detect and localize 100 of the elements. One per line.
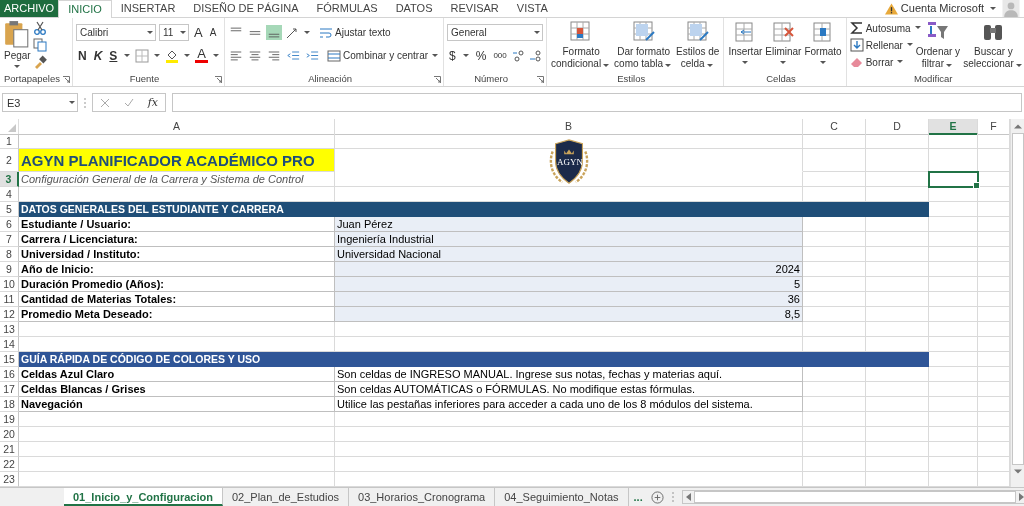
launcher-icon[interactable] [215, 75, 223, 83]
launcher-icon[interactable] [537, 75, 545, 83]
row-header[interactable]: 7 [0, 232, 19, 247]
font-style-button[interactable]: K [91, 48, 105, 63]
ribbon-tab[interactable]: INICIO [58, 0, 112, 18]
copy-icon[interactable] [32, 38, 47, 52]
sheet-tab[interactable]: 01_Inicio_y_Configuracion [64, 488, 223, 506]
caret-icon[interactable] [124, 53, 131, 58]
row-header[interactable]: 21 [0, 442, 19, 457]
check-icon[interactable] [123, 98, 134, 108]
column-header[interactable]: B [335, 119, 803, 135]
row-header[interactable]: 8 [0, 247, 19, 262]
ribbon-tab[interactable]: FÓRMULAS [307, 0, 387, 17]
row-header[interactable]: 20 [0, 427, 19, 442]
vertical-align-icon[interactable] [266, 25, 283, 40]
ribbon-tab[interactable]: VISTA [507, 0, 557, 17]
increase-decimal-icon[interactable] [511, 48, 526, 63]
style-button[interactable]: Dar formato como tabla [613, 20, 675, 72]
font-color-button[interactable]: A [195, 48, 209, 63]
row-header[interactable]: 18 [0, 397, 19, 412]
currency-button[interactable]: $ [447, 48, 458, 63]
file-tab[interactable]: ARCHIVO [0, 0, 59, 17]
orientation-icon[interactable] [285, 25, 300, 40]
formula-field[interactable] [172, 93, 1022, 113]
row-header[interactable]: 11 [0, 292, 19, 307]
fill-handle[interactable] [973, 182, 980, 189]
decrease-decimal-icon[interactable] [528, 48, 543, 63]
scroll-up-icon[interactable] [1013, 123, 1022, 129]
column-header[interactable]: A [19, 119, 335, 135]
more-sheets-button[interactable]: ... [631, 491, 645, 503]
font-style-button[interactable]: N [76, 48, 89, 63]
row-header[interactable]: 13 [0, 322, 19, 337]
vertical-scrollbar[interactable] [1010, 119, 1024, 487]
account-name[interactable]: Cuenta Microsoft [900, 0, 984, 17]
merge-center-button[interactable]: Combinar y centrar [327, 48, 441, 63]
wrap-text-button[interactable]: Ajustar texto [319, 25, 391, 40]
launcher-icon[interactable] [63, 75, 70, 83]
input-cell[interactable]: Juan Pérez [335, 217, 803, 232]
cells-button[interactable]: Formato [803, 20, 843, 72]
caret-icon[interactable] [304, 30, 311, 35]
sheet-tab[interactable]: 03_Horarios_Cronograma [349, 488, 496, 506]
number-format-field[interactable]: General [447, 24, 544, 41]
edit-command[interactable]: Borrar [849, 55, 914, 69]
row-header[interactable]: 1 [0, 134, 19, 149]
launcher-icon[interactable] [434, 75, 442, 83]
avatar-icon[interactable] [1002, 0, 1020, 17]
style-button[interactable]: Estilos de celda [675, 20, 721, 72]
font-style-button[interactable]: S [107, 48, 120, 63]
input-cell[interactable]: 36 [335, 292, 803, 307]
edit-button[interactable]: Ordenar y filtrar [914, 20, 962, 72]
input-cell[interactable]: 5 [335, 277, 803, 292]
ribbon-tab[interactable]: DATOS [386, 0, 442, 17]
ribbon-tab[interactable]: INSERTAR [111, 0, 185, 17]
scroll-right-icon[interactable] [1018, 493, 1024, 501]
caret-icon[interactable] [154, 53, 161, 58]
shrink-font-button[interactable]: A [207, 27, 219, 38]
caret-icon[interactable] [990, 6, 996, 11]
sheet-tab[interactable]: 02_Plan_de_Estudios [223, 488, 349, 506]
row-header[interactable]: 6 [0, 217, 19, 232]
input-cell[interactable]: Ingeniería Industrial [335, 232, 803, 247]
horizontal-scrollbar[interactable] [681, 490, 1024, 504]
add-sheet-icon[interactable] [650, 490, 664, 504]
cancel-icon[interactable] [99, 98, 110, 108]
cells-button[interactable]: Insertar [727, 20, 764, 72]
row-header[interactable]: 4 [0, 187, 19, 202]
thousands-button[interactable]: 000 [491, 51, 509, 60]
style-button[interactable]: Formato condicional [550, 20, 613, 72]
caret-icon[interactable] [462, 53, 469, 58]
scissors-icon[interactable] [32, 21, 47, 35]
row-header[interactable]: 19 [0, 412, 19, 427]
caret-icon[interactable] [213, 53, 220, 58]
input-cell[interactable]: Universidad Nacional [335, 247, 803, 262]
font-size-field[interactable]: 11 [159, 24, 189, 41]
grow-font-button[interactable]: A [192, 25, 205, 40]
decrease-indent-icon[interactable] [285, 48, 302, 63]
caret-icon[interactable] [184, 53, 191, 58]
row-header[interactable]: 9 [0, 262, 19, 277]
select-all-corner[interactable] [0, 119, 19, 135]
input-cell[interactable]: 2024 [335, 262, 803, 277]
font-family-field[interactable]: Calibri [76, 24, 156, 41]
ribbon-tab[interactable]: DISEÑO DE PÁGINA [184, 0, 308, 17]
row-header[interactable]: 16 [0, 367, 19, 382]
sheet-tab[interactable]: 04_Seguimiento_Notas [495, 488, 629, 506]
increase-indent-icon[interactable] [304, 48, 321, 63]
row-header[interactable]: 10 [0, 277, 19, 292]
scroll-left-icon[interactable] [685, 493, 691, 501]
edit-button[interactable]: Buscar y seleccionar [962, 20, 1024, 72]
row-header[interactable]: 12 [0, 307, 19, 322]
column-header[interactable]: E [929, 119, 978, 135]
ribbon-tab[interactable]: REVISAR [441, 0, 508, 17]
input-cell[interactable]: 8,5 [335, 307, 803, 322]
edit-command[interactable]: Rellenar [849, 38, 914, 52]
row-header[interactable]: 3 [0, 172, 19, 187]
paste-button[interactable]: Pegar [3, 20, 32, 72]
percent-button[interactable]: % [473, 48, 489, 63]
insert-function-button[interactable]: fx [147, 96, 159, 110]
row-header[interactable]: 22 [0, 457, 19, 472]
selected-cell[interactable] [929, 172, 978, 187]
cells-button[interactable]: Eliminar [764, 20, 803, 72]
name-box[interactable]: E3 [2, 93, 78, 113]
